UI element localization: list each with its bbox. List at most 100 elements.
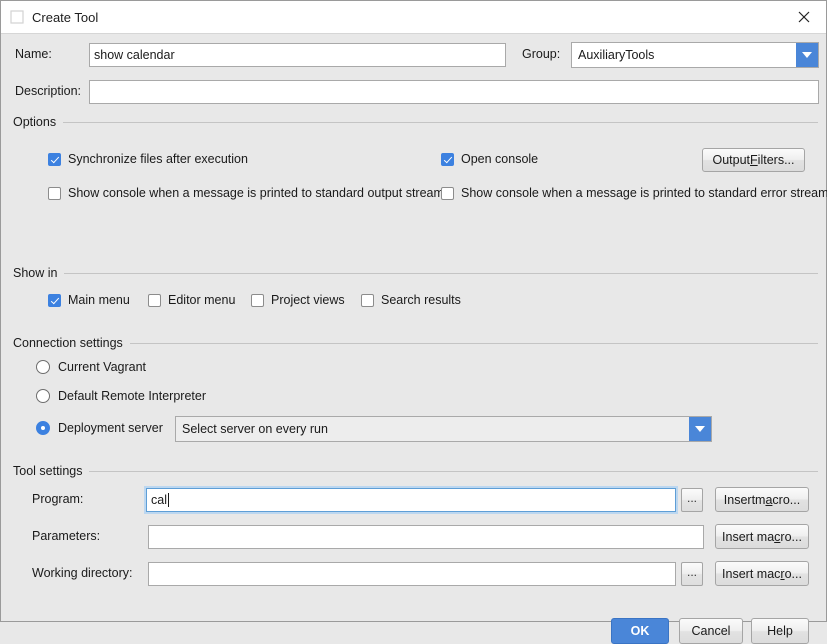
connection-group-title: Connection settings [9,336,130,350]
name-input[interactable]: show calendar [89,43,506,67]
output-filters-pre: Output [713,153,751,167]
insert-macro-mnemonic: a [765,493,772,507]
radio-deployment-server[interactable]: Deployment server [36,421,163,435]
checkbox-project-views[interactable]: Project views [251,293,345,307]
ellipsis-icon: ... [687,495,697,501]
dialog-body: Name: show calendar Group: AuxiliaryTool… [1,34,826,621]
radio-label: Default Remote Interpreter [58,389,206,403]
radio-circle [36,360,50,374]
checkbox-box [48,153,61,166]
close-icon[interactable] [781,1,826,32]
checkbox-show-console-stdout[interactable]: Show console when a message is printed t… [48,186,444,200]
working-directory-insert-macro-button[interactable]: Insert macro... [715,561,809,586]
insert-macro-pre: Insert ma [722,567,774,581]
tool-settings-group-title: Tool settings [9,464,89,478]
connection-group-header: Connection settings [9,336,818,350]
checkbox-label: Main menu [68,293,130,307]
working-directory-row: Working directory: [32,566,133,580]
name-input-value: show calendar [94,48,175,62]
checkbox-show-console-stderr[interactable]: Show console when a message is printed t… [441,186,827,200]
checkbox-label: Show console when a message is printed t… [68,186,444,200]
checkbox-box [361,294,374,307]
insert-macro-pre: Insert m [722,530,767,544]
create-tool-dialog: Create Tool Name: show calendar Group: A… [0,0,827,622]
checkbox-box [48,294,61,307]
checkbox-box [251,294,264,307]
working-directory-browse-button[interactable]: ... [681,562,703,586]
name-row: Name: [15,47,52,61]
group-label: Group: [522,47,560,61]
group-combobox-value: AuxiliaryTools [572,48,796,62]
output-filters-mnemonic: F [750,153,758,167]
checkbox-label: Project views [271,293,345,307]
parameters-insert-macro-button[interactable]: Insert macro... [715,524,809,549]
options-group-title: Options [9,115,63,129]
checkbox-label: Synchronize files after execution [68,152,248,166]
radio-current-vagrant[interactable]: Current Vagrant [36,360,146,374]
checkbox-synchronize-files[interactable]: Synchronize files after execution [48,152,248,166]
radio-circle [36,389,50,403]
program-row: Program: [32,492,83,506]
parameters-input[interactable] [148,525,704,549]
radio-label: Deployment server [58,421,163,435]
program-label: Program: [32,492,83,506]
show-in-group-header: Show in [9,266,818,280]
group-combobox[interactable]: AuxiliaryTools [571,42,819,68]
program-input-value: cal [151,493,167,507]
tool-settings-group-header: Tool settings [9,464,818,478]
options-group-header: Options [9,115,818,129]
working-directory-input[interactable] [148,562,676,586]
radio-circle [36,421,50,435]
show-in-group-title: Show in [9,266,64,280]
insert-macro-pre2: m [755,493,765,507]
parameters-row: Parameters: [32,529,100,543]
chevron-down-icon[interactable] [689,417,711,441]
window-title: Create Tool [32,10,98,25]
checkbox-search-results[interactable]: Search results [361,293,461,307]
insert-macro-pre2: a [767,530,774,544]
group-divider [130,343,818,344]
checkbox-box [441,153,454,166]
tool-icon [9,9,25,25]
checkbox-label: Editor menu [168,293,235,307]
description-label: Description: [15,84,81,98]
chevron-down-icon[interactable] [796,43,818,67]
deployment-server-combobox[interactable]: Select server on every run [175,416,712,442]
title-bar: Create Tool [1,1,826,34]
insert-macro-post: ro... [780,530,802,544]
parameters-label: Parameters: [32,529,100,543]
checkbox-box [441,187,454,200]
group-row: Group: [522,47,560,61]
output-filters-post: ilters... [758,153,795,167]
output-filters-button[interactable]: Output Filters... [702,148,805,172]
ellipsis-icon: ... [687,569,697,575]
name-label: Name: [15,47,52,61]
checkbox-main-menu[interactable]: Main menu [48,293,130,307]
radio-default-remote-interpreter[interactable]: Default Remote Interpreter [36,389,206,403]
checkbox-label: Show console when a message is printed t… [461,186,827,200]
program-browse-button[interactable]: ... [681,488,703,512]
insert-macro-post: o... [785,567,802,581]
group-divider [89,471,818,472]
help-button-label: Help [767,624,793,638]
checkbox-label: Open console [461,152,538,166]
checkbox-box [148,294,161,307]
text-caret [168,493,169,507]
insert-macro-post: cro... [772,493,800,507]
ok-button-label: OK [631,624,650,638]
description-row: Description: [15,84,81,98]
program-insert-macro-button[interactable]: Insert macro... [715,487,809,512]
checkbox-label: Search results [381,293,461,307]
group-divider [64,273,818,274]
cancel-button-label: Cancel [692,624,731,638]
program-input[interactable]: cal [146,488,676,512]
checkbox-editor-menu[interactable]: Editor menu [148,293,235,307]
checkbox-box [48,187,61,200]
insert-macro-pre: Insert [724,493,755,507]
group-divider [63,122,818,123]
checkbox-open-console[interactable]: Open console [441,152,538,166]
working-directory-label: Working directory: [32,566,133,580]
radio-label: Current Vagrant [58,360,146,374]
description-input[interactable] [89,80,819,104]
deployment-server-value: Select server on every run [176,422,689,436]
